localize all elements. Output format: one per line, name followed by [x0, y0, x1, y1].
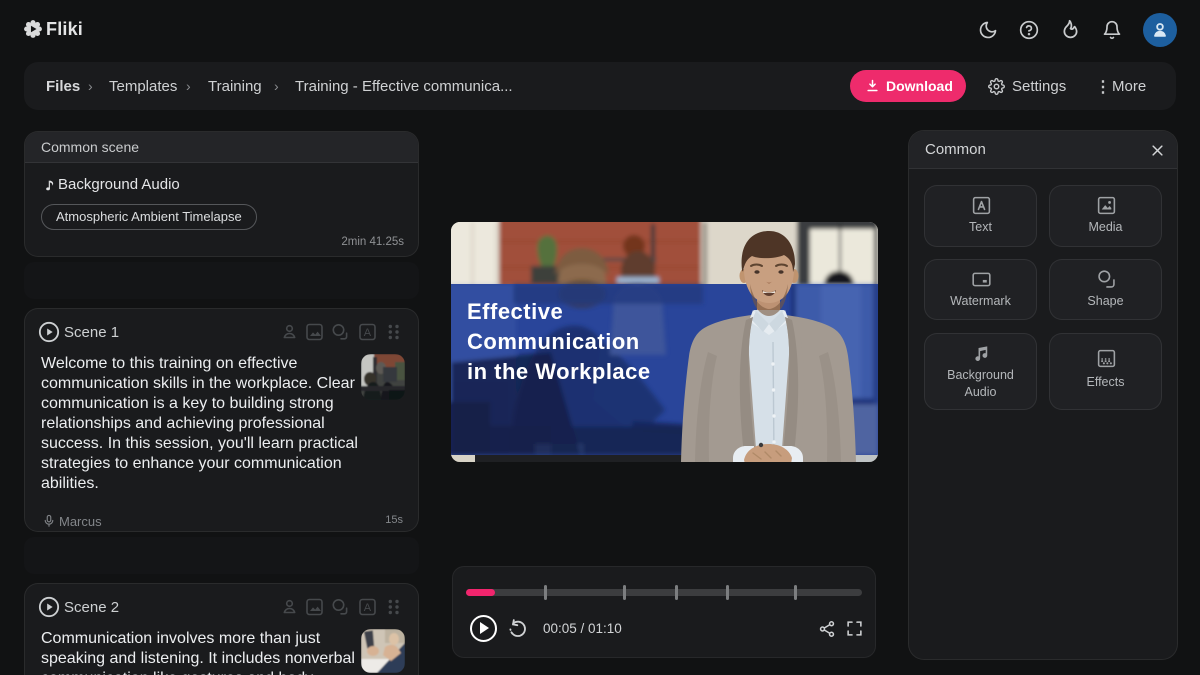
svg-text:in the Workplace: in the Workplace [467, 359, 651, 384]
svg-text:Effective: Effective [467, 299, 563, 324]
svg-text:A: A [364, 327, 372, 339]
svg-text:Communication: Communication [467, 329, 640, 354]
svg-text:A: A [364, 602, 372, 614]
